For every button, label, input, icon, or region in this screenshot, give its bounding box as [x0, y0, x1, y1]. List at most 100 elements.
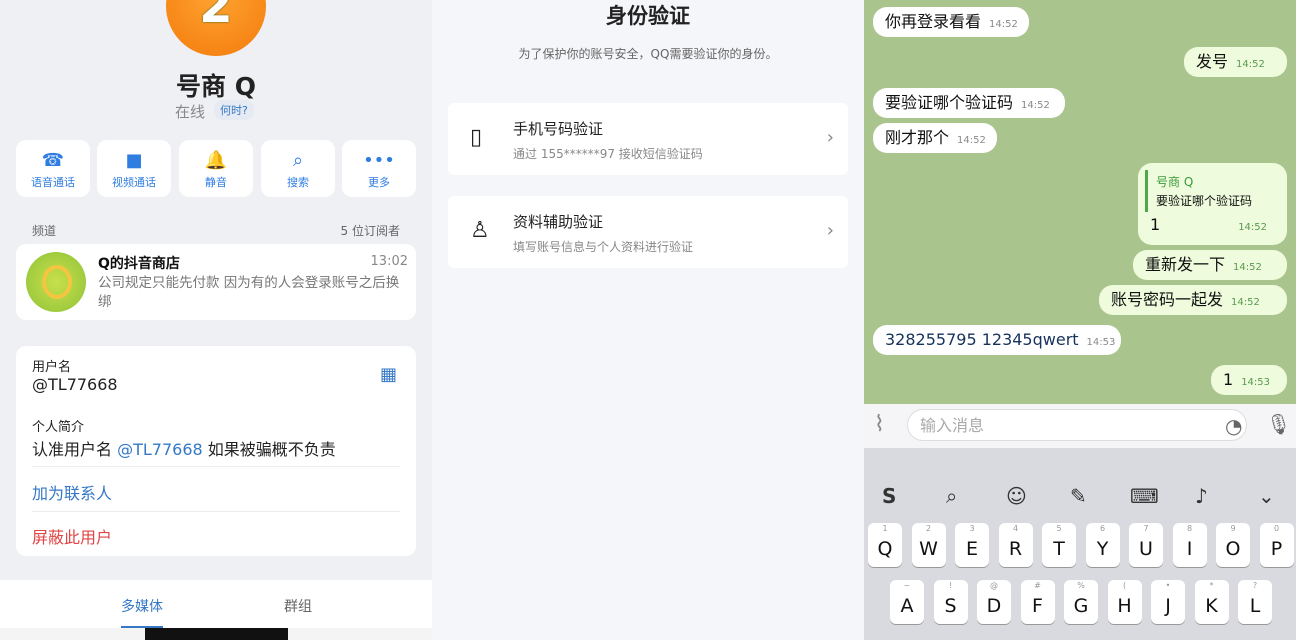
key-label: T	[1053, 538, 1065, 560]
avatar-text: 2	[199, 0, 233, 34]
key-r[interactable]: 4R	[998, 523, 1033, 567]
user-info-card: 用户名 @TL77668 ▦ 个人简介 认准用户名 @TL77668 如果被骗概…	[16, 346, 416, 556]
quote-text: 要验证哪个验证码	[1156, 194, 1253, 208]
message-time: 14:53	[1086, 337, 1116, 348]
key-e[interactable]: 3E	[955, 523, 989, 567]
sticker-icon[interactable]: ◔	[1225, 414, 1242, 438]
emoji-icon[interactable]: ☺	[1006, 484, 1027, 508]
option-title: 手机号码验证	[513, 120, 604, 138]
search-label: 搜索	[287, 176, 309, 189]
bio-link[interactable]: @TL77668	[117, 440, 203, 459]
message-time: 14:52	[1233, 262, 1262, 273]
search-button[interactable]: ⌕ 搜索	[261, 140, 335, 197]
key-p[interactable]: 0P	[1259, 523, 1294, 567]
key-y[interactable]: 6Y	[1085, 523, 1120, 567]
qr-code-icon[interactable]: ▦	[380, 364, 400, 385]
key-label: O	[1225, 538, 1241, 560]
video-call-button[interactable]: ■ 视频通话	[97, 140, 171, 197]
message-text: 重新发一下	[1145, 255, 1226, 274]
handwriting-icon[interactable]: ✎	[1070, 484, 1087, 508]
key-j[interactable]: • J	[1151, 580, 1185, 624]
mute-button[interactable]: 🔔 静音	[179, 140, 253, 197]
key-l[interactable]: ? L	[1238, 580, 1272, 624]
bio-prefix: 认准用户名	[32, 440, 118, 459]
message-time: 14:52	[1231, 297, 1260, 308]
channel-card[interactable]: Q的抖音商店 13:02 公司规定只能先付款 因为有的人会登录账号之后换绑	[16, 244, 416, 320]
key-g[interactable]: % G	[1064, 580, 1098, 624]
when-badge[interactable]: 何时?	[214, 100, 254, 120]
key-f[interactable]: # F	[1020, 580, 1055, 624]
quote-author: 号商 Q	[1156, 175, 1194, 189]
key-label: G	[1073, 595, 1089, 617]
message-out[interactable]: 1 14:53	[1211, 365, 1287, 395]
media-thumbnail[interactable]	[0, 628, 145, 640]
key-i[interactable]: 8I	[1172, 523, 1207, 567]
media-thumbnail[interactable]	[288, 628, 432, 640]
phone-device-icon: ▯	[470, 125, 483, 150]
key-u[interactable]: 7U	[1129, 523, 1163, 567]
key-hint: *	[1209, 581, 1214, 590]
voice-call-button[interactable]: ☎ 语音通话	[16, 140, 90, 197]
key-h[interactable]: (H	[1107, 580, 1142, 624]
message-in[interactable]: 你再登录看看 14:52	[873, 7, 1029, 37]
phone-verify-option[interactable]: ▯ 手机号码验证 通过 155******97 接收短信验证码 ›	[448, 103, 848, 175]
profile-verify-option[interactable]: ♙ 资料辅助验证 填写账号信息与个人资料进行验证 ›	[448, 196, 848, 268]
message-input[interactable]: 输入消息	[907, 409, 1247, 441]
key-d[interactable]: @ D	[977, 580, 1011, 624]
message-time: 14:52	[957, 135, 986, 146]
key-label: E	[965, 538, 978, 560]
key-label: H	[1117, 595, 1132, 617]
key-label: P	[1270, 538, 1283, 560]
message-in[interactable]: 328255795 12345qwert 14:53	[873, 325, 1121, 355]
microphone-icon[interactable]: 🎙	[1266, 412, 1291, 436]
key-hint: •	[1165, 581, 1171, 590]
message-out[interactable]: 发号 14:52	[1184, 47, 1287, 77]
key-o[interactable]: 9O	[1216, 523, 1250, 567]
key-a[interactable]: ~ A	[890, 580, 924, 624]
key-hint: 8	[1186, 524, 1193, 533]
tab-groups[interactable]: 群组	[284, 596, 312, 616]
key-q[interactable]: 1Q	[868, 523, 902, 567]
keyboard-icon[interactable]: ⌨	[1130, 484, 1159, 508]
reply-quote[interactable]: 号商 Q 要验证哪个验证码	[1145, 170, 1285, 212]
key-t[interactable]: 5T	[1042, 523, 1076, 567]
more-label: 更多	[368, 176, 390, 189]
message-out[interactable]: 账号密码一起发 14:52	[1099, 285, 1287, 315]
key-label: D	[986, 595, 1002, 617]
tab-media[interactable]: 多媒体	[121, 596, 163, 616]
key-label: Y	[1096, 538, 1109, 560]
profile-panel: 2 号商 Q 在线 何时? ☎ 语音通话 ■ 视频通话 🔔 静音 ⌕ 搜索 ••…	[0, 0, 432, 640]
message-text: 账号密码一起发	[1111, 290, 1224, 309]
message-time: 14:53	[1241, 377, 1271, 388]
video-call-label: 视频通话	[112, 176, 156, 189]
message-time: 14:52	[989, 19, 1018, 30]
key-hint: 7	[1143, 524, 1149, 533]
more-button[interactable]: ••• 更多	[342, 140, 416, 197]
key-k[interactable]: * K	[1194, 580, 1229, 624]
key-hint: %	[1077, 581, 1085, 590]
voice-input-icon[interactable]: ♪	[1195, 484, 1208, 508]
chevron-right-icon: ›	[826, 220, 834, 241]
chevron-down-icon[interactable]: ⌄	[1258, 484, 1275, 508]
keyboard-logo-icon[interactable]: S	[882, 484, 896, 508]
username-value[interactable]: @TL77668	[32, 375, 118, 394]
block-user-button[interactable]: 屏蔽此用户	[32, 524, 112, 548]
avatar: 2	[166, 0, 266, 56]
message-in[interactable]: 刚才那个 14:52	[873, 123, 997, 153]
message-out[interactable]: 重新发一下 14:52	[1133, 250, 1287, 280]
key-label: A	[900, 595, 914, 617]
key-label: W	[919, 538, 938, 560]
page-title: 身份验证	[606, 4, 690, 28]
key-hint: !	[948, 581, 953, 590]
profile-name: 号商 Q	[176, 72, 256, 101]
message-in[interactable]: 要验证哪个验证码 14:52	[873, 88, 1065, 118]
search-icon: ⌕	[292, 150, 304, 171]
key-hint: 1	[882, 524, 888, 533]
add-contact-button[interactable]: 加为联系人	[32, 480, 112, 504]
attach-icon[interactable]: ⌇	[874, 412, 885, 437]
mute-label: 静音	[205, 176, 227, 189]
key-w[interactable]: 2W	[911, 523, 946, 567]
key-s[interactable]: ! S	[933, 580, 968, 624]
search-icon[interactable]: ⌕	[946, 484, 957, 508]
bio-text: 认准用户名 @TL77668 如果被骗概不负责	[32, 436, 336, 460]
